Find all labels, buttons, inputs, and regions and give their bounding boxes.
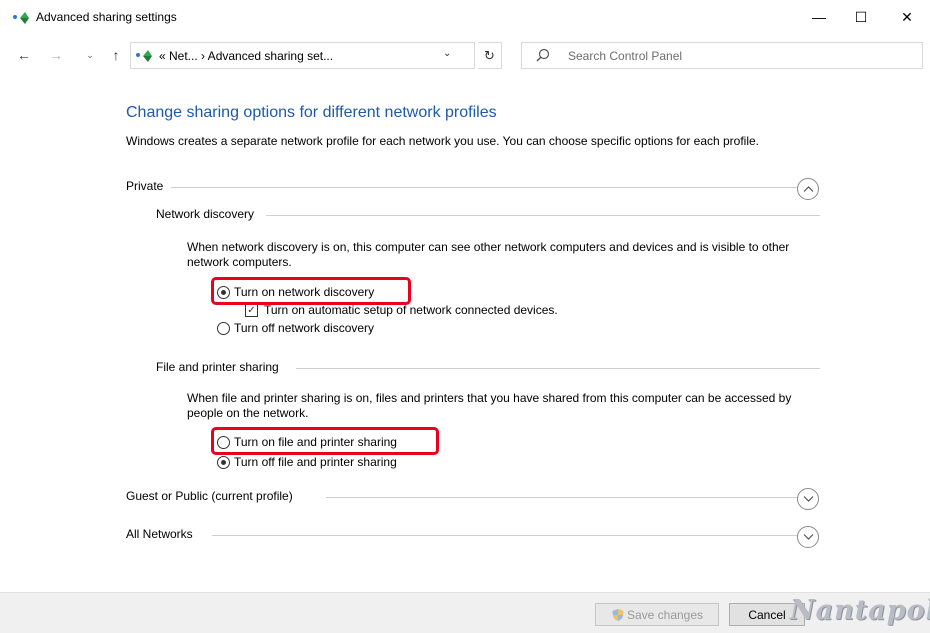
divider	[166, 187, 806, 188]
network-discovery-header: Network discovery	[156, 207, 820, 227]
radio-selected[interactable]	[217, 455, 230, 469]
refresh-button[interactable]: ↻	[478, 42, 502, 69]
profile-header-guest-public[interactable]: Guest or Public (current profile)	[126, 489, 821, 509]
chevron-down-icon	[803, 496, 814, 502]
close-button[interactable]: ✕	[884, 0, 930, 34]
profile-label-all-networks[interactable]: All Networks	[126, 527, 201, 541]
maximize-button[interactable]: ☐	[838, 0, 884, 34]
profile-header-private[interactable]: Private	[126, 179, 821, 199]
breadcrumb[interactable]: « Net... › Advanced sharing set...	[159, 49, 333, 63]
minimize-button[interactable]: —	[796, 0, 842, 34]
file-printer-sharing-description: When file and printer sharing is on, fil…	[187, 391, 792, 420]
highlight-network-discovery	[211, 277, 411, 305]
file-printer-sharing-header: File and printer sharing	[156, 360, 820, 380]
search-icon	[536, 48, 550, 62]
expand-guest-public-button[interactable]	[797, 488, 819, 510]
profile-label-private[interactable]: Private	[126, 179, 172, 193]
watermark-text: Nantapol	[790, 595, 930, 626]
back-button[interactable]: ←	[14, 44, 34, 66]
chevron-down-icon	[803, 534, 814, 540]
search-placeholder[interactable]: Search Control Panel	[568, 49, 682, 63]
uac-shield-icon	[612, 608, 624, 621]
turn-off-file-printer-sharing-radio[interactable]: Turn off file and printer sharing	[217, 454, 397, 470]
divider	[266, 215, 820, 216]
file-printer-sharing-label: File and printer sharing	[156, 360, 287, 374]
highlight-file-printer-sharing	[211, 427, 439, 455]
radio-unselected[interactable]	[217, 321, 230, 335]
turn-off-file-printer-sharing-label[interactable]: Turn off file and printer sharing	[234, 455, 397, 469]
title-bar: Advanced sharing settings — ☐ ✕	[0, 0, 930, 34]
collapse-private-button[interactable]	[797, 178, 819, 200]
up-button[interactable]: ↑	[106, 44, 126, 66]
save-changes-button[interactable]: Save changes	[595, 603, 719, 626]
address-dropdown-icon[interactable]: ⌄	[443, 48, 451, 59]
page-description: Windows creates a separate network profi…	[126, 134, 760, 148]
expand-all-networks-button[interactable]	[797, 526, 819, 548]
network-discovery-label: Network discovery	[156, 207, 263, 221]
divider	[326, 497, 806, 498]
footer-bar: Save changes Cancel Nantapol	[0, 592, 930, 633]
network-sharing-icon	[136, 50, 152, 62]
network-sharing-icon	[13, 12, 29, 24]
save-changes-label[interactable]: Save changes	[627, 608, 703, 622]
network-discovery-description: When network discovery is on, this compu…	[187, 240, 790, 269]
divider	[212, 535, 806, 536]
search-box[interactable]: Search Control Panel	[521, 42, 923, 69]
page-title: Change sharing options for different net…	[126, 104, 497, 121]
address-bar[interactable]: « Net... › Advanced sharing set... ⌄	[130, 42, 475, 69]
forward-button[interactable]: →	[46, 44, 66, 66]
turn-off-network-discovery-label[interactable]: Turn off network discovery	[234, 321, 374, 335]
profile-header-all-networks[interactable]: All Networks	[126, 527, 821, 547]
window-title: Advanced sharing settings	[36, 10, 177, 24]
recent-locations-button[interactable]: ⌄	[80, 44, 100, 66]
chevron-up-icon	[803, 186, 814, 192]
auto-setup-label[interactable]: Turn on automatic setup of network conne…	[264, 303, 558, 317]
profile-label-guest-public[interactable]: Guest or Public (current profile)	[126, 489, 301, 503]
turn-off-network-discovery-radio[interactable]: Turn off network discovery	[217, 320, 374, 336]
checkbox-checked[interactable]: ✓	[245, 303, 258, 317]
divider	[296, 368, 820, 369]
navigation-bar: ← → ⌄ ↑ « Net... › Advanced sharing set.…	[0, 40, 930, 70]
